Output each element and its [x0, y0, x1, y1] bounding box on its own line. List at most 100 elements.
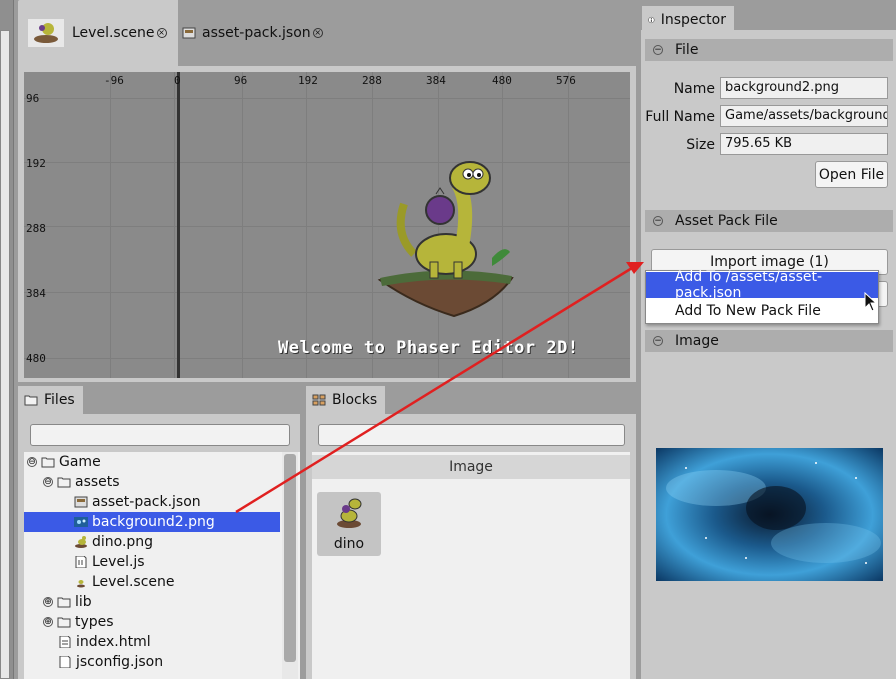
size-field[interactable]: 795.65 KB: [720, 133, 888, 155]
ruler-x-label: 384: [426, 74, 446, 87]
tree-item-label: Game: [59, 454, 101, 470]
tree-item-label: index.html: [76, 634, 151, 650]
blocks-filter-input[interactable]: [318, 424, 625, 446]
blocks-panel: Image dino: [306, 414, 636, 679]
origin-axis-line: [177, 72, 180, 378]
tree-item-label: Level.js: [92, 554, 145, 570]
ruler-x-label: 96: [234, 74, 248, 87]
section-label: Asset Pack File: [675, 213, 778, 229]
ruler-y-label: 192: [26, 157, 46, 170]
tree-item-asset-pack[interactable]: asset-pack.json: [24, 492, 280, 512]
collapse-icon[interactable]: −: [653, 336, 663, 346]
close-icon[interactable]: ×: [156, 28, 167, 38]
scene-thumbnail-icon: [28, 19, 64, 47]
left-panel-edge: [0, 30, 10, 679]
tree-item-label: dino.png: [92, 534, 154, 550]
collapse-icon[interactable]: −: [653, 45, 663, 55]
tree-item-dino[interactable]: dino.png: [24, 532, 280, 552]
tree-item-background2[interactable]: background2.png: [24, 512, 280, 532]
dino-sprite[interactable]: [374, 154, 524, 324]
menu-item-add-to-new-pack[interactable]: Add To New Pack File: [646, 298, 878, 324]
ruler-x-label: -96: [104, 74, 124, 87]
ruler-x-label: 0: [174, 74, 181, 87]
tree-item-label: assets: [75, 474, 120, 490]
section-label: Image: [675, 333, 719, 349]
size-label: Size: [686, 137, 715, 153]
asset-pack-section-header[interactable]: − Asset Pack File: [645, 210, 893, 232]
tab-label: Level.scene: [72, 25, 155, 41]
asset-pack-icon: [182, 27, 196, 39]
ruler-y-label: 480: [26, 352, 46, 365]
tree-item-label: types: [75, 614, 114, 630]
folder-icon: [57, 477, 71, 488]
inspector-panel: − File − Asset Pack File − Image: [641, 30, 896, 679]
folder-icon: [41, 457, 55, 468]
block-item-dino[interactable]: dino: [317, 492, 381, 556]
file-tree: ⊖ Game ⊖ assets asset-pack.json backgrou…: [24, 452, 300, 679]
files-tab-label: Files: [44, 392, 75, 408]
tab-files[interactable]: Files: [18, 386, 83, 414]
scrollbar-thumb[interactable]: [284, 454, 296, 662]
tree-item-label: jsconfig.json: [76, 654, 164, 670]
collapse-icon[interactable]: ⊖: [27, 457, 37, 467]
ruler-x-label: 480: [492, 74, 512, 87]
info-icon: [648, 16, 655, 24]
ruler-y-label: 384: [26, 287, 46, 300]
files-filter-input[interactable]: [30, 424, 290, 446]
close-icon[interactable]: ×: [312, 28, 323, 38]
editor-tab-bar: Level.scene × asset-pack.json ×: [14, 0, 638, 66]
file-section-header[interactable]: − File: [645, 39, 893, 61]
tree-item-label: lib: [75, 594, 92, 610]
scrollbar-track[interactable]: [282, 452, 298, 679]
blocks-content: Image dino: [312, 452, 630, 679]
expand-icon[interactable]: ⊕: [43, 617, 53, 627]
files-panel: ⊖ Game ⊖ assets asset-pack.json backgrou…: [18, 414, 300, 679]
tree-item-types[interactable]: ⊕ types: [24, 612, 280, 632]
name-field[interactable]: background2.png: [720, 77, 888, 99]
blocks-tab-label: Blocks: [332, 392, 378, 408]
tree-item-level-scene[interactable]: Level.scene: [24, 572, 280, 592]
left-collapsed-panel: [0, 0, 14, 679]
image-icon: [74, 517, 88, 527]
open-file-button[interactable]: Open File: [815, 161, 888, 188]
scene-icon: [77, 580, 85, 588]
ruler-x-label: 576: [556, 74, 576, 87]
collapse-icon[interactable]: ⊖: [43, 477, 53, 487]
welcome-text: Welcome to Phaser Editor 2D!: [278, 338, 579, 358]
collapse-icon[interactable]: −: [653, 216, 663, 226]
folder-icon: [57, 617, 71, 628]
inspector-tab-label: Inspector: [660, 12, 726, 28]
ruler-x-label: 192: [298, 74, 318, 87]
block-item-label: dino: [333, 536, 365, 552]
blocks-section-header: Image: [312, 455, 630, 479]
image-section-header[interactable]: − Image: [645, 330, 893, 352]
html-file-icon: [59, 636, 71, 648]
fullname-label: Full Name: [645, 109, 715, 125]
tab-asset-pack[interactable]: asset-pack.json ×: [182, 0, 332, 66]
dino-icon: [75, 536, 87, 548]
folder-icon: [57, 597, 71, 608]
image-preview: [656, 448, 883, 581]
tree-item-lib[interactable]: ⊕ lib: [24, 592, 280, 612]
tree-item-level-js[interactable]: Level.js: [24, 552, 280, 572]
fullname-field[interactable]: Game/assets/background2: [720, 105, 888, 127]
tree-item-assets[interactable]: ⊖ assets: [24, 472, 280, 492]
scene-canvas[interactable]: -96 0 96 192 288 384 480 576 96 192 288 …: [24, 72, 630, 378]
menu-item-add-to-asset-pack[interactable]: Add To /assets/asset-pack.json: [646, 269, 878, 301]
context-menu: Add To /assets/asset-pack.json Add To Ne…: [645, 269, 879, 324]
tab-label: asset-pack.json: [202, 25, 311, 41]
section-label: File: [675, 42, 699, 58]
dino-icon: [337, 498, 362, 528]
tab-blocks[interactable]: Blocks: [306, 386, 386, 414]
js-file-icon: [75, 556, 87, 568]
tree-item-game[interactable]: ⊖ Game: [24, 452, 280, 472]
mouse-cursor-icon: [864, 292, 878, 312]
tab-level-scene[interactable]: Level.scene ×: [18, 0, 178, 66]
asset-pack-icon: [74, 496, 88, 508]
tree-item-label: asset-pack.json: [92, 494, 201, 510]
tree-item-index-html[interactable]: index.html: [24, 632, 280, 652]
tree-item-label: background2.png: [92, 514, 215, 530]
json-file-icon: [59, 656, 71, 668]
expand-icon[interactable]: ⊕: [43, 597, 53, 607]
tree-item-jsconfig[interactable]: jsconfig.json: [24, 652, 280, 672]
